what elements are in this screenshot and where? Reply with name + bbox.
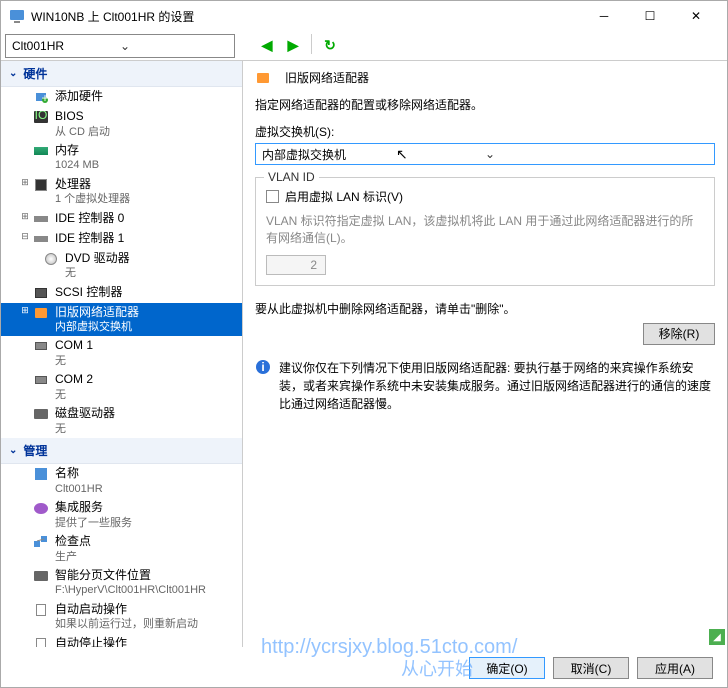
cancel-button[interactable]: 取消(C)	[553, 657, 629, 679]
detail-title: 旧版网络适配器	[285, 69, 369, 86]
svg-text:+: +	[41, 91, 48, 104]
category-management[interactable]: ⌄ 管理	[1, 438, 242, 464]
name-icon	[33, 466, 49, 482]
category-hardware[interactable]: ⌄ 硬件	[1, 61, 242, 87]
ok-button[interactable]: 确定(O)	[469, 657, 545, 679]
switch-value: 内部虚拟交换机	[262, 146, 485, 163]
vlan-id-input	[266, 255, 326, 275]
vlan-help-text: VLAN 标识符指定虚拟 LAN，该虚拟机将此 LAN 用于通过此网络适配器进行…	[266, 213, 704, 247]
add-hardware-icon: +	[33, 89, 49, 105]
svg-text:IO: IO	[35, 111, 48, 122]
autostop-icon	[33, 636, 49, 647]
minimize-button[interactable]: ─	[581, 1, 627, 31]
autostart-icon	[33, 602, 49, 618]
detail-pane: 旧版网络适配器 指定网络适配器的配置或移除网络适配器。 虚拟交换机(S): 内部…	[243, 61, 727, 647]
integration-icon	[33, 500, 49, 516]
sidebar-item-integration[interactable]: 集成服务提供了一些服务	[1, 498, 242, 532]
sidebar-item-memory[interactable]: 内存1024 MB	[1, 141, 242, 175]
dialog-footer: 确定(O) 取消(C) 应用(A)	[469, 657, 713, 679]
com-port-icon	[33, 372, 49, 388]
ide-icon	[33, 211, 49, 227]
maximize-button[interactable]: ☐	[627, 1, 673, 31]
vm-selector-dropdown[interactable]: Clt001HR ⌄	[5, 34, 235, 58]
nic-icon	[255, 70, 271, 86]
scsi-icon	[33, 285, 49, 301]
sidebar-item-ide0[interactable]: ⊞ IDE 控制器 0	[1, 209, 242, 229]
paging-icon	[33, 568, 49, 584]
collapse-icon[interactable]: ⌄	[9, 68, 17, 79]
detail-description: 指定网络适配器的配置或移除网络适配器。	[255, 96, 715, 113]
chevron-down-icon: ⌄	[485, 147, 708, 161]
separator	[311, 34, 312, 54]
expand-icon[interactable]: ⊞	[19, 211, 31, 222]
checkpoint-icon	[33, 534, 49, 550]
svg-text:i: i	[261, 360, 264, 374]
window-title: WIN10NB 上 Clt001HR 的设置	[31, 8, 581, 25]
expand-icon[interactable]: ⊞	[19, 177, 31, 188]
info-icon: i	[255, 359, 271, 375]
title-bar: WIN10NB 上 Clt001HR 的设置 ─ ☐ ✕	[1, 1, 727, 31]
sidebar-item-legacy-nic[interactable]: ⊞ 旧版网络适配器内部虚拟交换机	[1, 303, 242, 337]
watermark-text: 从心开始	[401, 655, 473, 681]
sidebar-item-name[interactable]: 名称Clt001HR	[1, 464, 242, 498]
close-button[interactable]: ✕	[673, 1, 719, 31]
sidebar-item-checkpoint[interactable]: 检查点生产	[1, 532, 242, 566]
sidebar-item-com1[interactable]: COM 1无	[1, 336, 242, 370]
com-port-icon	[33, 338, 49, 354]
nav-forward-icon[interactable]: ▶	[281, 34, 305, 58]
remove-button[interactable]: 移除(R)	[643, 323, 715, 345]
virtual-switch-dropdown[interactable]: 内部虚拟交换机 ⌄ ↖	[255, 143, 715, 165]
vlan-enable-checkbox[interactable]	[266, 190, 279, 203]
ide-icon	[33, 231, 49, 247]
settings-sidebar: ⌄ 硬件 + 添加硬件 IO BIOS从 CD 启动 内存1024 MB ⊞ 处…	[1, 61, 243, 647]
nic-icon	[33, 305, 49, 321]
memory-icon	[33, 143, 49, 159]
sidebar-item-autostop[interactable]: 自动停止操作保存	[1, 634, 242, 647]
sidebar-item-add-hardware[interactable]: + 添加硬件	[1, 87, 242, 107]
apply-button[interactable]: 应用(A)	[637, 657, 713, 679]
sidebar-item-smartpaging[interactable]: 智能分页文件位置F:\HyperV\Clt001HR\Clt001HR	[1, 566, 242, 600]
refresh-icon[interactable]: ↻	[318, 34, 342, 58]
sidebar-item-dvd[interactable]: DVD 驱动器无	[1, 249, 242, 283]
diskette-icon	[33, 406, 49, 422]
switch-label: 虚拟交换机(S):	[255, 123, 715, 140]
vm-selector-value: Clt001HR	[12, 39, 120, 53]
sidebar-item-bios[interactable]: IO BIOS从 CD 启动	[1, 107, 242, 141]
sidebar-item-processor[interactable]: ⊞ 处理器1 个虚拟处理器	[1, 175, 242, 209]
info-text: 建议你仅在下列情况下使用旧版网络适配器: 要执行基于网络的来宾操作系统安装，或者…	[279, 359, 715, 413]
collapse-icon[interactable]: ⌄	[9, 445, 17, 456]
app-icon	[9, 8, 25, 24]
sidebar-item-ide1[interactable]: ⊟ IDE 控制器 1	[1, 229, 242, 249]
vlan-checkbox-label: 启用虚拟 LAN 标识(V)	[285, 188, 403, 205]
resize-grip-icon[interactable]: ◢	[709, 629, 725, 645]
cpu-icon	[33, 177, 49, 193]
sidebar-item-autostart[interactable]: 自动启动操作如果以前运行过，则重新启动	[1, 600, 242, 634]
collapse-icon[interactable]: ⊟	[19, 231, 31, 242]
sidebar-item-com2[interactable]: COM 2无	[1, 370, 242, 404]
vlan-groupbox: VLAN ID 启用虚拟 LAN 标识(V) VLAN 标识符指定虚拟 LAN，…	[255, 177, 715, 286]
bios-icon: IO	[33, 109, 49, 125]
nav-back-icon[interactable]: ◀	[255, 34, 279, 58]
chevron-down-icon: ⌄	[120, 39, 228, 53]
toolbar: Clt001HR ⌄ ◀ ▶ ↻	[1, 31, 727, 61]
vlan-group-title: VLAN ID	[264, 170, 319, 184]
remove-description: 要从此虚拟机中删除网络适配器，请单击"删除"。	[255, 300, 715, 317]
sidebar-item-scsi[interactable]: SCSI 控制器	[1, 283, 242, 303]
expand-icon[interactable]: ⊞	[19, 305, 31, 316]
sidebar-item-diskette[interactable]: 磁盘驱动器无	[1, 404, 242, 438]
dvd-icon	[43, 251, 59, 267]
